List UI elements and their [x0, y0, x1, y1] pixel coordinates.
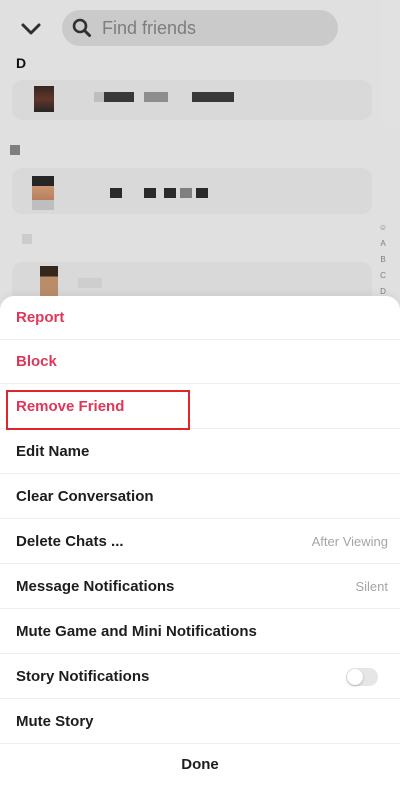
mute-game-mini-notifications-button[interactable]: Mute Game and Mini Notifications — [0, 610, 400, 654]
message-notifications-button[interactable]: Message Notifications Silent — [0, 565, 400, 609]
story-notifications-toggle[interactable] — [346, 668, 378, 686]
mute-game-mini-notifications-label: Mute Game and Mini Notifications — [16, 623, 257, 640]
block-label: Block — [16, 353, 57, 370]
clear-conversation-button[interactable]: Clear Conversation — [0, 475, 400, 519]
report-button[interactable]: Report — [0, 296, 400, 340]
delete-chats-label: Delete Chats ... — [16, 533, 124, 550]
story-notifications-label: Story Notifications — [16, 668, 150, 685]
delete-chats-button[interactable]: Delete Chats ... After Viewing — [0, 520, 400, 564]
message-notifications-label: Message Notifications — [16, 578, 175, 595]
toggle-knob — [347, 669, 363, 685]
report-label: Report — [16, 309, 65, 326]
done-label: Done — [181, 756, 219, 773]
highlight-annotation — [6, 390, 190, 430]
mute-story-label: Mute Story — [16, 713, 94, 730]
block-button[interactable]: Block — [0, 340, 400, 384]
message-notifications-value: Silent — [355, 579, 388, 594]
delete-chats-value: After Viewing — [311, 534, 388, 549]
done-button[interactable]: Done — [0, 743, 400, 789]
friend-options-sheet: Report Block Remove Friend Edit Name Cle… — [0, 296, 400, 789]
story-notifications-row: Story Notifications — [0, 655, 400, 699]
mute-story-button[interactable]: Mute Story — [0, 700, 400, 744]
edit-name-label: Edit Name — [16, 443, 90, 460]
edit-name-button[interactable]: Edit Name — [0, 430, 400, 474]
clear-conversation-label: Clear Conversation — [16, 488, 154, 505]
